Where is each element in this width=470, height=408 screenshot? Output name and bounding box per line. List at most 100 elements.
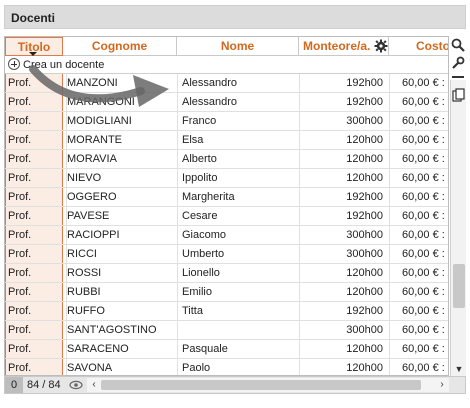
scroll-left-arrow-icon[interactable]: ‹: [87, 378, 101, 392]
cell-cognome: RICCI: [66, 245, 176, 264]
cell-titolo: Prof.: [8, 153, 32, 165]
cell-nome: Alessandro: [177, 93, 299, 112]
column-header-cognome[interactable]: Cognome: [63, 37, 177, 56]
table-row[interactable]: Prof. MANZONI Alessandro 192h00 60,00 € :: [5, 74, 448, 93]
gear-icon[interactable]: [374, 39, 388, 53]
cell-cognome: MORAVIA: [66, 150, 176, 169]
vertical-scroll-thumb[interactable]: [453, 264, 465, 308]
cell-titolo: Prof.: [8, 286, 32, 298]
table-row[interactable]: Prof. SANT'AGOSTINO 300h00 60,00 € :: [5, 321, 448, 340]
column-header-nome[interactable]: Nome: [177, 37, 299, 56]
cell-monteore: 300h00: [299, 112, 389, 131]
cell-cognome: SANT'AGOSTINO: [66, 321, 176, 340]
scroll-right-arrow-icon[interactable]: ›: [435, 378, 449, 392]
cell-monteore: 192h00: [299, 74, 389, 93]
cell-costo: 60,00 € :: [389, 321, 448, 340]
cell-titolo: Prof.: [8, 210, 32, 222]
cell-cognome: RUFFO: [66, 302, 176, 321]
cell-costo: 60,00 € :: [389, 74, 448, 93]
cell-nome: Paolo: [177, 359, 299, 375]
horizontal-scroll-thumb[interactable]: [101, 380, 421, 390]
horizontal-scrollbar[interactable]: ‹ ›: [87, 378, 449, 392]
table-row[interactable]: Prof. MORANTE Elsa 120h00 60,00 € :: [5, 131, 448, 150]
cell-nome: Pasquale: [177, 340, 299, 359]
cell-nome: Lionello: [177, 264, 299, 283]
cell-titolo: Prof.: [8, 134, 32, 146]
cell-monteore: 120h00: [299, 359, 389, 375]
cell-costo: 60,00 € :: [389, 131, 448, 150]
scroll-down-arrow-icon[interactable]: ▼: [451, 362, 467, 376]
cell-cognome: MODIGLIANI: [66, 112, 176, 131]
cell-monteore: 192h00: [299, 302, 389, 321]
panel-header: Docenti: [4, 5, 466, 29]
create-teacher-label: Crea un docente: [23, 59, 105, 71]
cell-costo: 60,00 € :: [389, 359, 448, 375]
cell-titolo: Prof.: [8, 343, 32, 355]
cell-cognome: SAVONA: [66, 359, 176, 375]
table-row[interactable]: Prof. NIEVO Ippolito 120h00 60,00 € :: [5, 169, 448, 188]
cell-cognome: RACIOPPI: [66, 226, 176, 245]
table-row[interactable]: Prof. ROSSI Lionello 120h00 60,00 € :: [5, 264, 448, 283]
cell-costo: 60,00 € :: [389, 245, 448, 264]
selected-count: 0: [5, 377, 23, 393]
cell-titolo: Prof.: [8, 77, 32, 89]
vertical-scrollbar[interactable]: ▼: [450, 80, 466, 376]
table-row[interactable]: Prof. RUFFO Titta 192h00 60,00 € :: [5, 302, 448, 321]
cell-costo: 60,00 € :: [389, 112, 448, 131]
cell-monteore: 120h00: [299, 264, 389, 283]
eye-icon[interactable]: [69, 380, 83, 390]
column-header-row: Titolo Cognome Nome Monteore/a. Costo: [5, 37, 448, 56]
cell-titolo: Prof.: [8, 248, 32, 260]
cell-monteore: 192h00: [299, 207, 389, 226]
table-body: Prof. MANZONI Alessandro 192h00 60,00 € : Pro…: [5, 74, 448, 375]
cell-nome: Margherita: [177, 188, 299, 207]
cell-costo: 60,00 € :: [389, 169, 448, 188]
table-row[interactable]: Prof. PAVESE Cesare 192h00 60,00 € :: [5, 207, 448, 226]
cell-titolo: Prof.: [8, 115, 32, 127]
create-teacher-row[interactable]: Crea un docente: [5, 56, 448, 74]
cell-monteore: 120h00: [299, 169, 389, 188]
cell-nome: Emilio: [177, 283, 299, 302]
table-row[interactable]: Prof. RUBBI Emilio 120h00 60,00 € :: [5, 283, 448, 302]
table-row[interactable]: Prof. SAVONA Paolo 120h00 60,00 € :: [5, 359, 448, 375]
cell-monteore: 300h00: [299, 226, 389, 245]
cell-cognome: SARACENO: [66, 340, 176, 359]
cell-costo: 60,00 € :: [389, 188, 448, 207]
cell-cognome: OGGERO: [66, 188, 176, 207]
cell-cognome: PAVESE: [66, 207, 176, 226]
side-toolbar: [450, 36, 466, 86]
cell-nome: Alessandro: [177, 74, 299, 93]
table-row[interactable]: Prof. MORAVIA Alberto 120h00 60,00 € :: [5, 150, 448, 169]
table-row[interactable]: Prof. MODIGLIANI Franco 300h00 60,00 € :: [5, 112, 448, 131]
search-icon[interactable]: [451, 38, 465, 52]
cell-monteore: 120h00: [299, 131, 389, 150]
cell-nome: Cesare: [177, 207, 299, 226]
table-row[interactable]: Prof. RACIOPPI Giacomo 300h00 60,00 € :: [5, 226, 448, 245]
wrench-icon[interactable]: [451, 56, 465, 70]
cell-monteore: 300h00: [299, 245, 389, 264]
cell-costo: 60,00 € :: [389, 93, 448, 112]
cell-titolo: Prof.: [8, 96, 32, 108]
cell-titolo: Prof.: [8, 229, 32, 241]
cell-nome: Ippolito: [177, 169, 299, 188]
cell-costo: 60,00 € :: [389, 283, 448, 302]
cell-nome: Elsa: [177, 131, 299, 150]
cell-titolo: Prof.: [8, 191, 32, 203]
cell-costo: 60,00 € :: [389, 207, 448, 226]
cell-monteore: 120h00: [299, 150, 389, 169]
panel-title: Docenti: [11, 11, 56, 25]
plus-circle-icon: [8, 58, 20, 70]
cell-monteore: 120h00: [299, 283, 389, 302]
column-header-costo[interactable]: Costo: [389, 37, 448, 56]
cell-cognome: MARANGONI: [66, 93, 176, 112]
table-row[interactable]: Prof. SARACENO Pasquale 120h00 60,00 € :: [5, 340, 448, 359]
cell-costo: 60,00 € :: [389, 150, 448, 169]
cell-titolo: Prof.: [8, 324, 32, 336]
table-row[interactable]: Prof. MARANGONI Alessandro 192h00 60,00 € :: [5, 93, 448, 112]
copy-icon[interactable]: [452, 88, 466, 102]
table-row[interactable]: Prof. OGGERO Margherita 192h00 60,00 € :: [5, 188, 448, 207]
teachers-grid: Titolo Cognome Nome Monteore/a. Costo Cr…: [4, 36, 449, 376]
table-row[interactable]: Prof. RICCI Umberto 300h00 60,00 € :: [5, 245, 448, 264]
cell-nome: Franco: [177, 112, 299, 131]
cell-nome: Giacomo: [177, 226, 299, 245]
